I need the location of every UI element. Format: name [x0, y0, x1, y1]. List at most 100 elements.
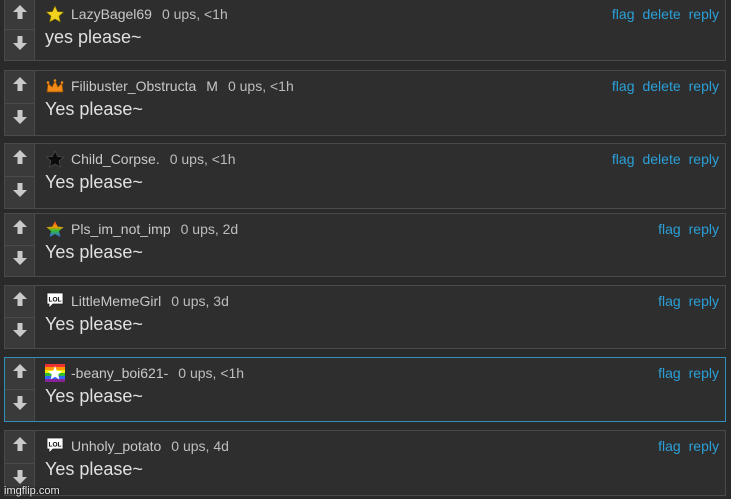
comment-actions: flag reply [658, 293, 719, 309]
yellow-star-icon [45, 5, 65, 23]
comment-stats: 0 ups, <1h [161, 6, 228, 22]
flag-link[interactable]: flag [612, 78, 635, 94]
comment: LazyBagel69 0 ups, <1h flag delete reply y… [4, 0, 726, 61]
comment-text: Yes please~ [45, 99, 143, 119]
comment: LOL Unholy_potato 0 ups, 4d flag reply Ye… [4, 430, 726, 496]
arrow-up-icon [11, 218, 29, 241]
arrow-down-icon [11, 181, 29, 204]
delete-link[interactable]: delete [642, 151, 680, 167]
vote-column [5, 144, 35, 208]
vote-column [5, 0, 35, 60]
svg-text:LOL: LOL [49, 442, 62, 449]
comment-actions: flag delete reply [612, 151, 719, 167]
comment: -beany_boi621- 0 ups, <1h flag reply Yes … [4, 357, 726, 422]
reply-link[interactable]: reply [689, 6, 719, 22]
downvote-button[interactable] [5, 102, 35, 135]
upvote-button[interactable] [5, 0, 35, 29]
imgflip-watermark: imgflip.com [4, 485, 60, 497]
comment: Child_Corpse. 0 ups, <1h flag delete reply… [4, 143, 726, 209]
flag-link[interactable]: flag [658, 438, 681, 454]
reply-link[interactable]: reply [689, 438, 719, 454]
flag-link[interactable]: flag [612, 6, 635, 22]
arrow-down-icon [11, 321, 29, 344]
comment-meta: LOL Unholy_potato 0 ups, 4d flag reply [45, 437, 719, 455]
delete-link[interactable]: delete [642, 6, 680, 22]
reply-link[interactable]: reply [689, 365, 719, 381]
reply-link[interactable]: reply [689, 78, 719, 94]
downvote-button[interactable] [5, 175, 35, 208]
comment-meta: -beany_boi621- 0 ups, <1h flag reply [45, 364, 719, 382]
username-link[interactable]: Filibuster_Obstructa [71, 78, 196, 94]
username-link[interactable]: Pls_im_not_imp [71, 221, 171, 237]
comment-text: Yes please~ [45, 386, 143, 406]
arrow-down-icon [11, 34, 29, 57]
username-link[interactable]: LazyBagel69 [71, 6, 152, 22]
flag-link[interactable]: flag [658, 221, 681, 237]
comment-meta: Pls_im_not_imp 0 ups, 2d flag reply [45, 220, 719, 238]
comment-actions: flag reply [658, 221, 719, 237]
arrow-down-icon [11, 108, 29, 131]
rainbow-flag-star-icon [45, 364, 65, 382]
comment-meta: Filibuster_Obstructa M 0 ups, <1h flag de… [45, 77, 719, 95]
comment-text: Yes please~ [45, 459, 143, 479]
vote-column [5, 358, 35, 421]
arrow-up-icon [11, 290, 29, 313]
upvote-button[interactable] [5, 286, 35, 317]
upvote-button[interactable] [5, 71, 35, 103]
username-link[interactable]: Unholy_potato [71, 438, 161, 454]
comment-text: Yes please~ [45, 314, 143, 334]
arrow-up-icon [11, 75, 29, 98]
arrow-up-icon [11, 362, 29, 385]
comment: LOL LittleMemeGirl 0 ups, 3d flag reply Y… [4, 285, 726, 349]
vote-column [5, 71, 35, 135]
comment-stats: 0 ups, <1h [227, 78, 294, 94]
upvote-button[interactable] [5, 431, 35, 463]
arrow-up-icon [11, 3, 29, 26]
reply-link[interactable]: reply [689, 151, 719, 167]
delete-link[interactable]: delete [642, 78, 680, 94]
svg-text:LOL: LOL [49, 297, 62, 304]
comment-actions: flag delete reply [612, 6, 719, 22]
comment-text: Yes please~ [45, 172, 143, 192]
comment-actions: flag reply [658, 365, 719, 381]
comment-stats: 0 ups, <1h [169, 151, 236, 167]
reply-link[interactable]: reply [689, 293, 719, 309]
downvote-button[interactable] [5, 389, 35, 421]
comment-actions: flag delete reply [612, 78, 719, 94]
upvote-button[interactable] [5, 214, 35, 245]
comment-text: Yes please~ [45, 242, 143, 262]
reply-link[interactable]: reply [689, 221, 719, 237]
upvote-button[interactable] [5, 358, 35, 389]
arrow-up-icon [11, 435, 29, 458]
arrow-down-icon [11, 394, 29, 417]
orange-crown-icon [45, 77, 65, 95]
comment: Filibuster_Obstructa M 0 ups, <1h flag de… [4, 70, 726, 136]
arrow-down-icon [11, 249, 29, 272]
comment-meta: Child_Corpse. 0 ups, <1h flag delete reply [45, 150, 719, 168]
black-star-icon [45, 150, 65, 168]
lol-speech-icon: LOL [45, 292, 65, 310]
username-link[interactable]: LittleMemeGirl [71, 293, 161, 309]
comment-actions: flag reply [658, 438, 719, 454]
flag-link[interactable]: flag [658, 365, 681, 381]
flag-link[interactable]: flag [658, 293, 681, 309]
arrow-up-icon [11, 148, 29, 171]
username-link[interactable]: -beany_boi621- [71, 365, 168, 381]
lol-speech-icon: LOL [45, 437, 65, 455]
comment-meta: LOL LittleMemeGirl 0 ups, 3d flag reply [45, 292, 719, 310]
comment-meta: LazyBagel69 0 ups, <1h flag delete reply [45, 5, 719, 23]
comment: Pls_im_not_imp 0 ups, 2d flag reply Yes p… [4, 213, 726, 277]
mod-badge: M [206, 78, 218, 94]
downvote-button[interactable] [5, 29, 35, 60]
upvote-button[interactable] [5, 144, 35, 176]
comment-stats: 0 ups, <1h [178, 365, 245, 381]
comment-stats: 0 ups, 3d [171, 293, 229, 309]
username-link[interactable]: Child_Corpse. [71, 151, 160, 167]
comment-stats: 0 ups, 2d [180, 221, 239, 237]
rainbow-star-icon [45, 220, 65, 238]
flag-link[interactable]: flag [612, 151, 635, 167]
downvote-button[interactable] [5, 316, 35, 348]
vote-column [5, 214, 35, 276]
comment-stats: 0 ups, 4d [171, 438, 229, 454]
downvote-button[interactable] [5, 244, 35, 276]
